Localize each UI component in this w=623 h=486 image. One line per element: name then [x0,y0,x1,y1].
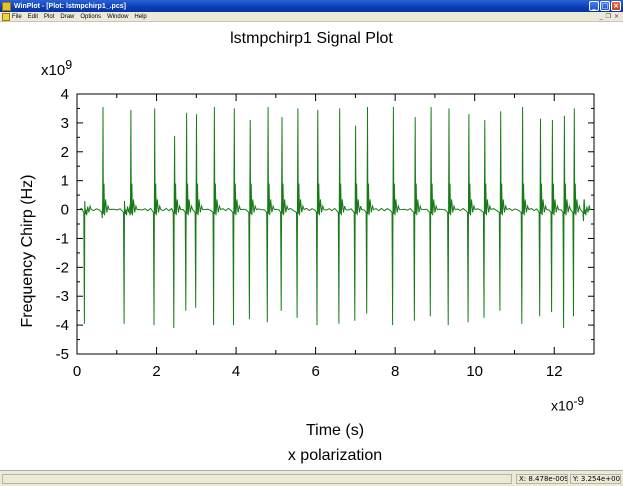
minimize-button[interactable]: _ [589,1,599,11]
x-mult-exponent: -9 [573,395,584,408]
y-tick-label: -1 [56,230,69,247]
status-bar: X: 8.478e-009 Y: 3.254e+009 [0,470,623,486]
chart-svg[interactable]: -5-4-3-2-1012340 2 4 6 8 10 12 [0,22,623,470]
window-controls: _ □ × [589,1,621,11]
window-title: WinPlot - [Plot: lstmpchirp1_.pcs] [14,2,126,10]
document-controls: _ ❐ × [600,13,619,20]
x-tick-label: 6 [311,363,319,380]
y-tick-label: -5 [56,346,69,363]
status-y-coordinate: Y: 3.254e+009 [570,474,621,484]
y-tick-label: 1 [61,173,69,190]
x-axis-label: Time (s) [305,422,365,439]
y-tick-label: -4 [56,317,69,334]
close-button[interactable]: × [611,1,621,11]
menu-draw[interactable]: Draw [60,14,74,20]
y-tick-label: 0 [61,202,69,219]
x-mult-base: x10 [551,397,574,414]
x-tick-label: 8 [391,363,399,380]
x-axis-multiplier: x10-9 [551,395,584,414]
maximize-button[interactable]: □ [600,1,610,11]
doc-restore-button[interactable]: ❐ [606,13,611,20]
status-message-panel [2,474,512,484]
plot-area: lstmpchirp1 Signal Plot x109 Frequency C… [0,22,623,470]
x-tick-label: 2 [152,363,160,380]
status-x-coordinate: X: 8.478e-009 [516,474,568,484]
menu-bar: File Edit Plot Draw Options Window Help … [0,12,623,22]
doc-close-button[interactable]: × [614,13,619,20]
winplot-icon [2,1,11,11]
x-tick-label: 12 [546,363,563,380]
doc-minimize-button[interactable]: _ [600,13,603,20]
x-tick-label: 10 [466,363,483,380]
y-tick-label: 2 [61,144,69,161]
title-bar: WinPlot - [Plot: lstmpchirp1_.pcs] _ □ × [0,0,623,12]
menu-help[interactable]: Help [134,14,146,20]
signal-trace-line [78,106,592,329]
y-tick-label: 4 [61,86,69,103]
y-tick-label: -3 [56,288,69,305]
chart-subtitle: x polarization [287,447,383,464]
x-tick-label: 4 [232,363,240,380]
menu-edit[interactable]: Edit [28,14,38,20]
menu-window[interactable]: Window [107,14,128,20]
menu-options[interactable]: Options [80,14,101,20]
x-tick-label: 0 [73,363,81,380]
document-icon[interactable] [2,12,10,21]
menu-file[interactable]: File [12,14,22,20]
y-tick-label: -2 [56,259,69,276]
y-tick-label: 3 [61,115,69,132]
menu-plot[interactable]: Plot [44,14,54,20]
